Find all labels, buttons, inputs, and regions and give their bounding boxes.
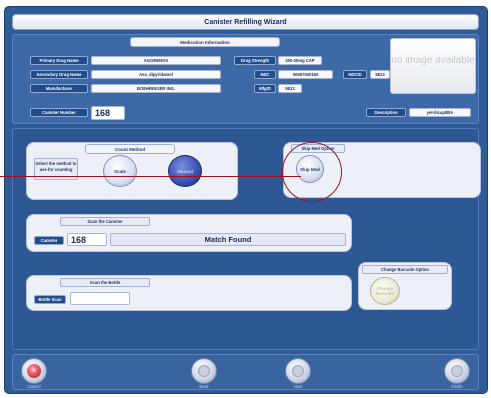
next-arrow-icon	[292, 365, 304, 377]
secondary-drug-name-label: Secondary Drug Name	[30, 70, 88, 79]
window-title: Canister Refilling Wizard	[12, 14, 479, 30]
primary-drug-name-value: AGGRENOX	[91, 56, 221, 65]
mfgid-label: MfgID	[254, 84, 276, 93]
manufacturer-label: Manufacturer	[30, 84, 88, 93]
ndc-label: NDC	[254, 70, 276, 79]
canister-match-status: Match Found	[110, 233, 346, 246]
secondary-drug-name-value: Asa_dipyridamol	[91, 70, 221, 79]
ndc-value: 00597000160	[278, 70, 333, 79]
medication-header: Medication Information	[130, 37, 280, 47]
drug-strength-value: 200-25mg CAP	[278, 56, 322, 65]
cancel-label: Cancel	[27, 384, 41, 389]
description-label: Description	[366, 108, 406, 117]
manual-button[interactable]: Manual	[168, 155, 202, 187]
drug-image-placeholder: no image available	[390, 38, 476, 94]
manufacturer-value: BOEHRINGER ING.	[91, 84, 221, 93]
primary-drug-name-label: Primary Drug Name	[30, 56, 88, 65]
next-label: Next	[293, 384, 303, 389]
canister-number-label: Canister Number	[30, 108, 88, 117]
canister-field-label: Canister	[34, 236, 64, 245]
description-value: yel-blcap/BIA	[409, 108, 471, 117]
finish-label: Finish	[451, 384, 463, 389]
scale-button[interactable]: Scale	[103, 155, 137, 187]
callout-circle	[282, 142, 342, 202]
canister-number-value: 168	[91, 106, 125, 120]
ndcid-value: 5813	[370, 70, 390, 79]
callout-line	[0, 176, 301, 177]
bottle-scan-label: Bottle Scan	[34, 295, 66, 304]
mfgid-value: 5813	[278, 84, 302, 93]
finish-button[interactable]	[444, 358, 470, 384]
cancel-icon: ×	[27, 364, 41, 378]
count-method-header: Count Method	[85, 144, 175, 154]
change-barcode-button[interactable]: Change Barcode	[370, 277, 400, 305]
scan-canister-header: Scan the Canister	[60, 217, 150, 226]
bottle-scan-input[interactable]	[70, 292, 130, 305]
next-button[interactable]	[285, 358, 311, 384]
scan-bottle-header: Scan the Bottle	[60, 278, 150, 287]
back-arrow-icon	[198, 365, 210, 377]
drug-strength-label: Drug Strength	[234, 56, 276, 65]
change-barcode-header: Change Barcode Option	[362, 265, 448, 274]
canister-scan-input[interactable]: 168	[67, 233, 107, 246]
finish-icon	[451, 365, 463, 377]
ndcid-label: NDCID	[343, 70, 367, 79]
back-button[interactable]	[191, 358, 217, 384]
cancel-button[interactable]: ×	[21, 358, 47, 384]
footer-bar	[12, 354, 479, 390]
back-label: Back	[199, 384, 209, 389]
